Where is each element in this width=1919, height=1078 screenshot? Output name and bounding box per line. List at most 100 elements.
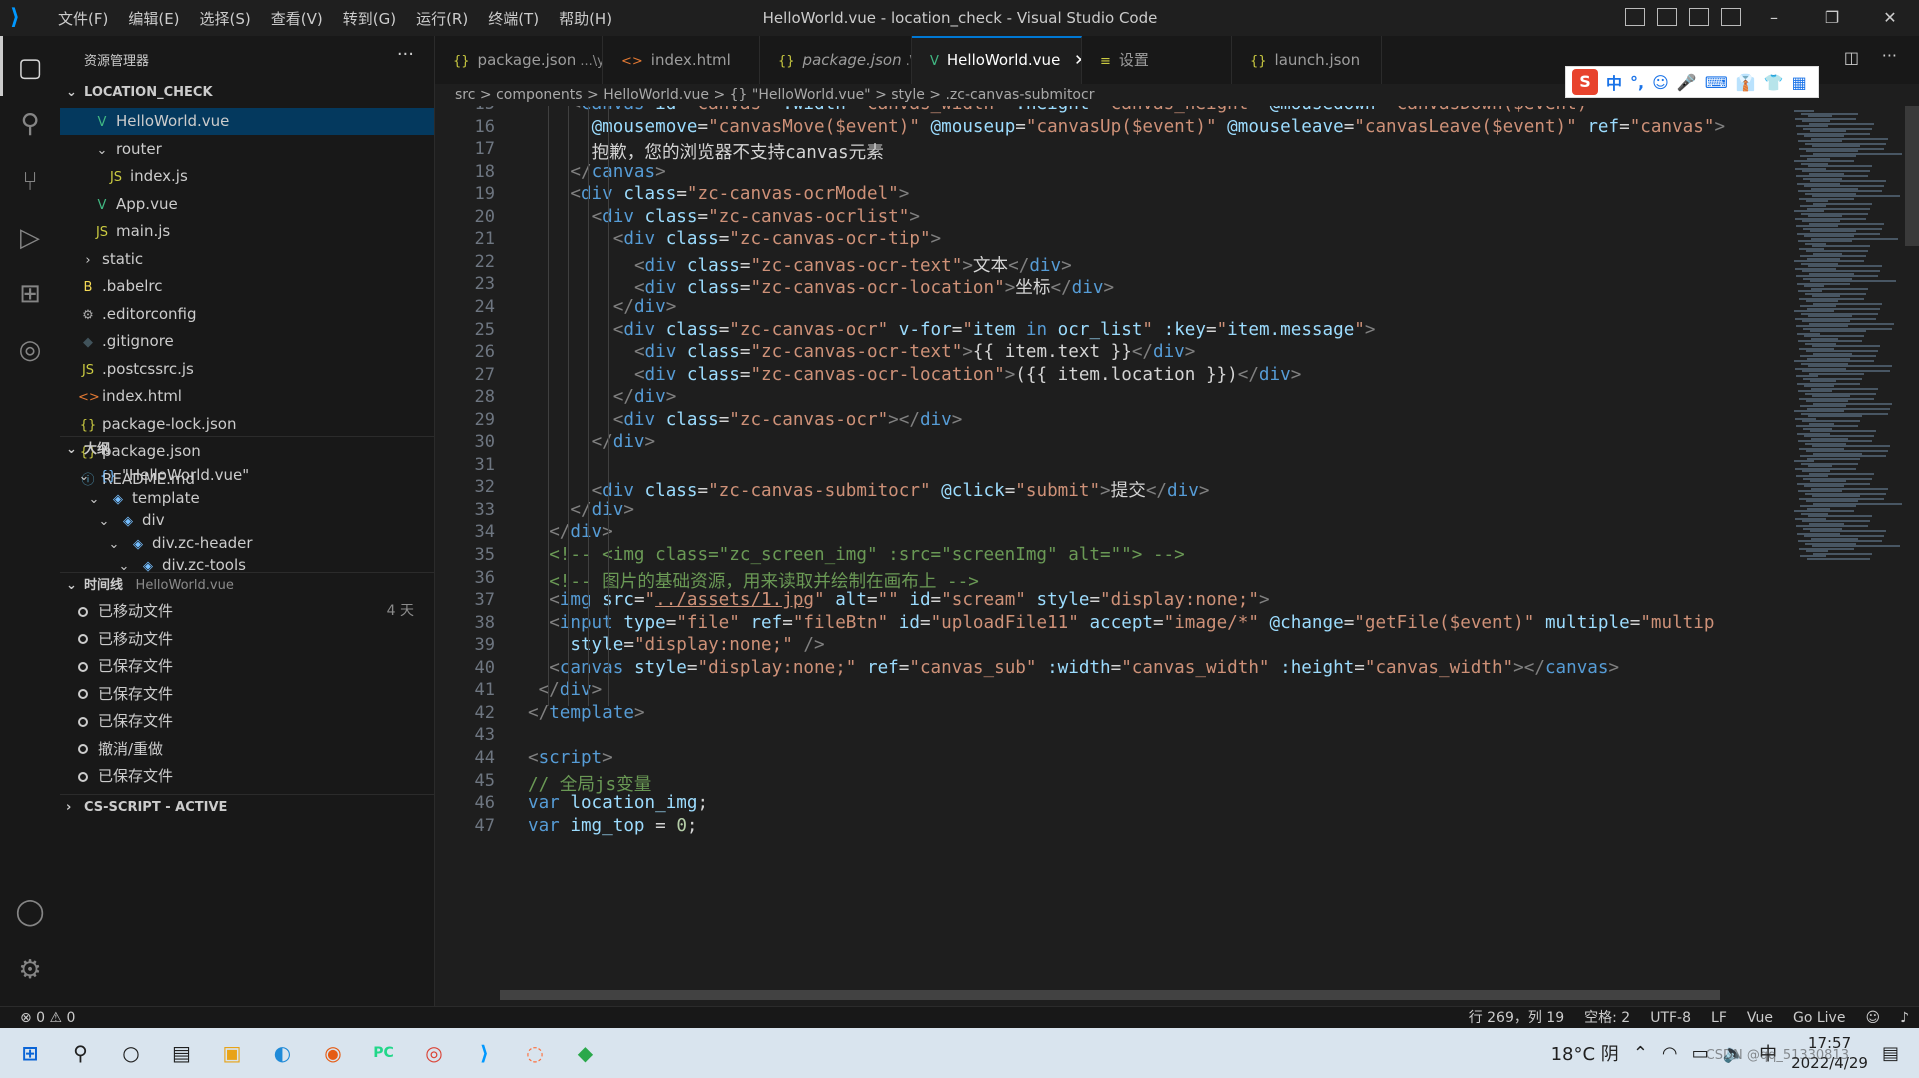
menu-item[interactable]: 帮助(H) (549, 8, 622, 29)
editor-tab[interactable]: ≡ 设置 (1082, 36, 1232, 84)
editor-tab[interactable]: {} launch.json (1232, 36, 1382, 84)
timeline-item[interactable]: 已保存文件 (60, 681, 434, 708)
code-line[interactable]: <canvas style="display:none;" ref="canva… (528, 658, 1619, 678)
menu-item[interactable]: 运行(R) (406, 8, 478, 29)
account-icon[interactable]: ◯ (14, 896, 46, 928)
editor-tab[interactable]: {} package.json...\yargs (435, 36, 603, 84)
code-editor[interactable]: 15 <canvas id="canvas" :width="canvas_wi… (435, 106, 1790, 1006)
ime-tool-icon[interactable]: ▦ (1792, 73, 1807, 92)
maximize-button[interactable]: ❐ (1803, 0, 1861, 36)
code-line[interactable]: <input type="file" ref="fileBtn" id="upl… (528, 613, 1714, 633)
code-line[interactable]: <img src="../assets/1.jpg" alt="" id="sc… (528, 590, 1269, 610)
notification-icon[interactable]: ▤ (1882, 1043, 1899, 1064)
file-tree-item[interactable]: ⚙ .editorconfig (60, 301, 434, 328)
weather-widget[interactable]: 18°C 阴 (1551, 1040, 1619, 1066)
timeline-item[interactable]: 已保存文件 (60, 653, 434, 680)
timeline-item[interactable]: 已保存文件 (60, 763, 434, 790)
status-item[interactable]: 空格: 2 (1584, 1007, 1630, 1029)
remote-icon[interactable]: ◎ (14, 334, 46, 366)
ime-tool-icon[interactable]: ⌨ (1705, 73, 1728, 92)
code-line[interactable]: </template> (528, 703, 645, 723)
menu-item[interactable]: 终端(T) (478, 8, 549, 29)
code-line[interactable]: var img_top = 0; (528, 816, 698, 836)
ime-tool-icon[interactable]: 👔 (1736, 73, 1756, 92)
file-tree-item[interactable]: {} package-lock.json (60, 411, 434, 438)
horizontal-scrollbar[interactable] (500, 990, 1720, 1000)
toggle-secondary-sidebar-icon[interactable] (1689, 8, 1709, 26)
status-item[interactable]: 行 269，列 19 (1469, 1007, 1564, 1029)
outline-header[interactable]: ⌄ 大纲 (60, 436, 434, 463)
menu-item[interactable]: 查看(V) (261, 8, 333, 29)
file-tree-item[interactable]: › static (60, 246, 434, 273)
ime-tool-icon[interactable]: 🎤 (1677, 73, 1697, 92)
code-line[interactable]: <div class="zc-canvas-ocr-text">{{ item.… (528, 342, 1195, 362)
customize-layout-icon[interactable] (1721, 8, 1741, 26)
code-line[interactable]: <div class="zc-canvas-ocrModel"> (528, 184, 909, 204)
code-line[interactable]: <!-- 图片的基础资源，用来读取并绘制在画布上 --> (528, 568, 979, 593)
code-line[interactable]: <div class="zc-canvas-ocr-tip"> (528, 229, 941, 249)
file-tree-item[interactable]: JS index.js (60, 163, 434, 190)
code-line[interactable]: </div> (528, 387, 677, 407)
ime-tool-icon[interactable]: ☺ (1652, 73, 1669, 92)
toggle-panel-icon[interactable] (1657, 8, 1677, 26)
file-tree-item[interactable]: JS .postcssrc.js (60, 356, 434, 383)
timeline-item[interactable]: 已移动文件 4 天 (60, 598, 434, 625)
file-tree-item[interactable]: V App.vue (60, 191, 434, 218)
code-line[interactable]: <div class="zc-canvas-ocr-text">文本</div> (528, 252, 1072, 277)
explorer-root-header[interactable]: ⌄ LOCATION_CHECK (60, 80, 434, 106)
file-tree-item[interactable]: ⌄ router (60, 136, 434, 163)
close-button[interactable]: ✕ (1861, 0, 1919, 36)
postman-icon[interactable]: ◌ (519, 1037, 551, 1069)
task-view-icon[interactable]: ▤ (166, 1037, 198, 1069)
code-line[interactable]: <div class="zc-canvas-ocr-location">坐标</… (528, 274, 1114, 299)
code-line[interactable]: var location_img; (528, 793, 708, 813)
close-icon[interactable]: ✕ (1074, 51, 1081, 69)
editor-tab[interactable]: {}package.json.\ (760, 36, 912, 84)
menu-item[interactable]: 编辑(E) (118, 8, 189, 29)
code-line[interactable]: <script> (528, 748, 613, 768)
more-actions-icon[interactable]: ··· (1882, 46, 1897, 65)
extensions-icon[interactable]: ⊞ (14, 278, 46, 310)
split-editor-icon[interactable]: ◫ (1844, 48, 1859, 67)
problems-indicator[interactable]: ⊗ 0 ⚠ 0 (20, 1007, 75, 1029)
minimize-button[interactable]: – (1745, 0, 1803, 36)
files-icon[interactable]: ▢ (14, 52, 46, 84)
code-line[interactable]: </div> (528, 680, 603, 700)
code-line[interactable]: </div> (528, 297, 677, 317)
editor-tab[interactable]: V HelloWorld.vue ✕ (912, 36, 1082, 84)
code-line[interactable]: <div class="zc-canvas-ocr" v-for="item i… (528, 320, 1376, 340)
file-tree-item[interactable]: ◆ .gitignore (60, 328, 434, 355)
chrome-icon[interactable]: ◎ (418, 1037, 450, 1069)
timeline-item[interactable]: 撤消/重做 (60, 736, 434, 763)
edge-icon[interactable]: ◐ (267, 1037, 299, 1069)
code-line[interactable]: <div class="zc-canvas-ocr"></div> (528, 410, 963, 430)
code-line[interactable]: <div class="zc-canvas-ocrlist"> (528, 207, 920, 227)
chevron-up-icon[interactable]: ⌃ (1633, 1043, 1648, 1064)
status-item[interactable]: LF (1711, 1007, 1727, 1029)
file-explorer-icon[interactable]: ▣ (216, 1037, 248, 1069)
source-control-icon[interactable]: ⑂ (14, 166, 46, 198)
code-line[interactable]: <canvas id="canvas" :width="canvas_width… (528, 106, 1598, 114)
timeline-header[interactable]: ⌄ 时间线 HelloWorld.vue (60, 572, 434, 599)
code-line[interactable]: </div> (528, 522, 613, 542)
code-line[interactable]: style="display:none;" /> (528, 635, 824, 655)
ime-tool-icon[interactable]: 👕 (1764, 73, 1784, 92)
file-tree-item[interactable]: <> index.html (60, 383, 434, 410)
bell-icon[interactable]: ♪ (1900, 1007, 1909, 1029)
code-line[interactable]: <div class="zc-canvas-submitocr" @click=… (528, 477, 1210, 502)
menu-item[interactable]: 文件(F) (48, 8, 118, 29)
menu-item[interactable]: 选择(S) (190, 8, 261, 29)
app-icon[interactable]: ◆ (570, 1037, 602, 1069)
cs-script-header[interactable]: › CS-SCRIPT - ACTIVE (60, 794, 434, 821)
settings-gear-icon[interactable]: ⚙ (14, 954, 46, 986)
scrollbar-thumb[interactable] (1905, 106, 1919, 246)
editor-tab[interactable]: <> index.html (603, 36, 760, 84)
feedback-icon[interactable]: ☺ (1865, 1007, 1880, 1029)
run-debug-icon[interactable]: ▷ (14, 222, 46, 254)
code-line[interactable]: <!-- <img class="zc_screen_img" :src="sc… (528, 545, 1185, 565)
status-item[interactable]: UTF-8 (1650, 1007, 1691, 1029)
code-line[interactable]: </div> (528, 500, 634, 520)
search-icon[interactable]: ⚲ (14, 108, 46, 140)
status-item[interactable]: Go Live (1793, 1007, 1845, 1029)
windows-start-icon[interactable]: ⊞ (14, 1037, 46, 1069)
